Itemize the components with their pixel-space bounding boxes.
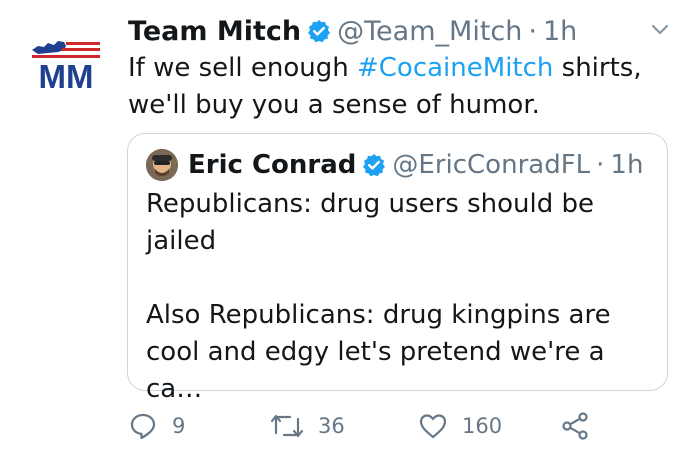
quoted-author-handle[interactable]: @EricConradFL bbox=[392, 150, 590, 180]
tweet-timestamp[interactable]: 1h bbox=[543, 16, 577, 47]
retweet-button[interactable]: 36 bbox=[270, 406, 345, 446]
quoted-text-line1: Republicans: drug users should be jailed bbox=[146, 189, 594, 256]
quoted-avatar[interactable] bbox=[146, 149, 178, 181]
like-icon bbox=[419, 414, 447, 439]
retweet-icon bbox=[270, 414, 304, 438]
hashtag-link[interactable]: #CocaineMitch bbox=[357, 53, 553, 83]
quoted-timestamp[interactable]: 1h bbox=[610, 150, 643, 180]
share-button[interactable] bbox=[560, 406, 604, 446]
tweet-header: Team Mitch @Team_Mitch · 1h bbox=[128, 14, 577, 48]
reply-count: 9 bbox=[172, 414, 186, 438]
tweet-text: If we sell enough #CocaineMitch shirts, … bbox=[128, 50, 668, 124]
separator-dot: · bbox=[528, 15, 537, 47]
like-button[interactable]: 160 bbox=[418, 406, 502, 446]
quoted-tweet-text: Republicans: drug users should be jailed… bbox=[146, 186, 656, 408]
share-icon bbox=[562, 412, 588, 440]
author-name[interactable]: Team Mitch bbox=[128, 16, 301, 47]
logo-text: MM bbox=[39, 58, 94, 92]
quoted-text-line2: Also Republicans: drug kingpins are cool… bbox=[146, 300, 611, 404]
like-count: 160 bbox=[462, 414, 503, 438]
verified-badge-icon bbox=[307, 19, 331, 43]
team-mitch-logo[interactable]: MM bbox=[28, 36, 104, 95]
separator-dot: · bbox=[596, 150, 605, 180]
retweet-count: 36 bbox=[318, 414, 345, 438]
tweet-actions: 9 36 160 bbox=[128, 406, 608, 446]
quoted-tweet-card[interactable]: Eric Conrad @EricConradFL · 1h Republica… bbox=[127, 133, 668, 404]
verified-badge-icon bbox=[362, 153, 386, 177]
quoted-author-name[interactable]: Eric Conrad bbox=[188, 150, 356, 180]
quoted-tweet-header: Eric Conrad @EricConradFL · 1h bbox=[146, 148, 643, 182]
reply-icon bbox=[130, 413, 156, 440]
caret-down-icon[interactable] bbox=[650, 22, 670, 36]
reply-button[interactable]: 9 bbox=[128, 406, 185, 446]
author-handle[interactable]: @Team_Mitch bbox=[337, 16, 522, 47]
tweet-text-before: If we sell enough bbox=[128, 53, 357, 83]
